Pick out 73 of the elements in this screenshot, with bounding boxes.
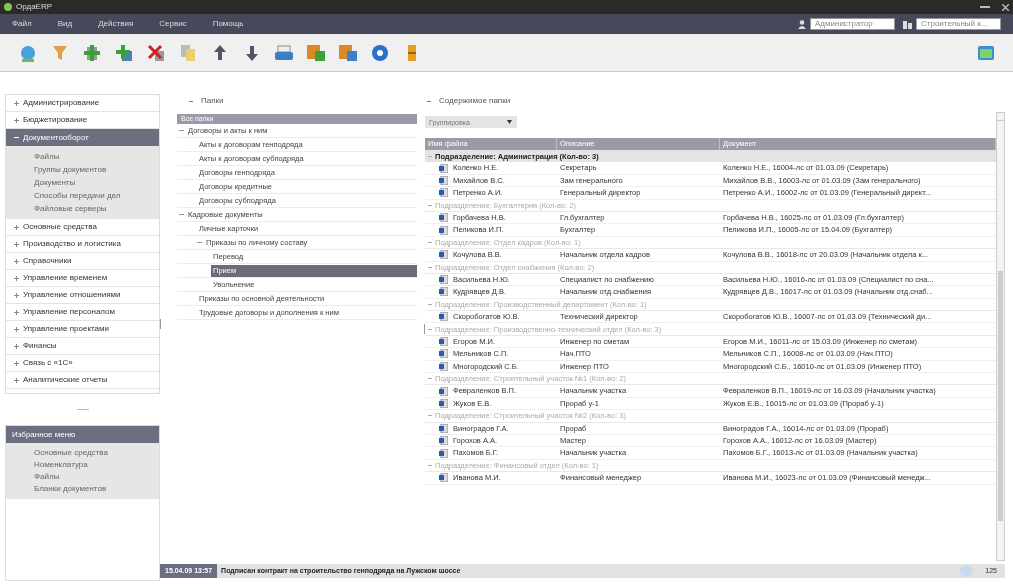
document-icon <box>439 361 448 371</box>
expand-icon <box>14 309 19 315</box>
expand-icon <box>14 258 19 264</box>
org-select[interactable]: Строительный к... <box>916 18 1001 30</box>
document-icon <box>439 448 448 458</box>
splitter-handle[interactable] <box>424 324 425 334</box>
menu-item[interactable]: Файл <box>12 18 32 30</box>
document-icon <box>439 287 448 297</box>
expand-icon <box>14 343 19 349</box>
sidebar-item[interactable]: Управление отношениями <box>6 287 159 304</box>
document-icon <box>439 188 448 198</box>
expand-icon <box>14 241 19 247</box>
sidebar-item[interactable]: Аналитические отчеты <box>6 372 159 389</box>
favorites-header[interactable]: Избранное меню <box>6 426 159 443</box>
submenu-item[interactable]: Файлы <box>34 471 60 483</box>
document-icon <box>439 436 448 446</box>
sidebar-item[interactable]: Основные средства <box>6 219 159 236</box>
export-icon[interactable] <box>306 42 326 63</box>
panel-title: Содержимое папки <box>439 95 511 107</box>
document-icon <box>439 175 448 185</box>
sidebar-item[interactable]: Производство и логистика <box>6 236 159 253</box>
sidebar-item[interactable]: Документооборот <box>6 129 159 146</box>
sidebar-item[interactable]: Управление проектами <box>6 321 159 338</box>
submenu-item[interactable]: Бланки документов <box>34 483 107 495</box>
document-icon <box>439 163 448 173</box>
document-icon <box>439 349 448 359</box>
expand-icon <box>14 360 19 366</box>
expand-icon <box>14 377 19 383</box>
splitter-handle[interactable] <box>160 319 161 329</box>
scrollbar[interactable] <box>996 112 1005 561</box>
submenu-item[interactable]: Файловые серверы <box>34 202 107 215</box>
menu-item[interactable]: Помощь <box>212 18 244 30</box>
splitter-handle[interactable] <box>76 409 89 410</box>
window-icon[interactable] <box>977 43 995 62</box>
sidebar-item[interactable]: Управление персоналом <box>6 304 159 321</box>
submenu-item[interactable]: Основные средства <box>34 447 108 459</box>
expand-icon <box>14 117 19 123</box>
print-icon[interactable] <box>274 42 294 63</box>
sidebar-item[interactable]: Справочники <box>6 253 159 270</box>
document-icon <box>439 225 448 235</box>
import-icon[interactable] <box>338 42 358 63</box>
menu-item[interactable]: Сервис <box>159 18 187 30</box>
sidebar-item[interactable]: Связь с «1С» <box>6 355 159 372</box>
document-icon <box>439 399 448 408</box>
sidebar-item[interactable]: Управление временем <box>6 270 159 287</box>
expand-icon <box>14 275 19 281</box>
expand-icon <box>14 224 19 230</box>
add-icon[interactable] <box>82 42 102 63</box>
submenu-item[interactable]: Файлы <box>34 150 60 163</box>
sidebar-item[interactable]: Финансы <box>6 338 159 355</box>
submenu-item[interactable]: Документы <box>34 176 76 189</box>
collapse-icon <box>14 135 19 140</box>
document-icon <box>439 386 448 396</box>
panel-title: Папки <box>201 95 224 107</box>
expand-icon <box>14 326 19 332</box>
user-select[interactable]: Администратор <box>810 18 895 30</box>
submenu-item[interactable]: Группы документов <box>34 163 107 176</box>
menu-item[interactable]: Вид <box>57 18 73 30</box>
submenu-item[interactable]: Способы передачи дел <box>34 189 121 202</box>
add-icon[interactable] <box>114 42 134 63</box>
building-icon <box>903 19 912 29</box>
close-icon[interactable] <box>1002 3 1009 11</box>
window-title: ОрдаERP <box>16 1 53 13</box>
menu-item[interactable]: Действия <box>98 18 134 30</box>
help-icon[interactable] <box>370 42 390 63</box>
submenu-item[interactable]: Номенклатура <box>34 459 88 471</box>
delete-icon[interactable] <box>146 42 166 63</box>
expand-icon <box>14 292 19 298</box>
expand-icon <box>14 100 19 106</box>
app-icon <box>4 3 12 11</box>
sidebar-item[interactable]: Администрирование <box>6 95 159 112</box>
copy-icon[interactable] <box>178 42 198 63</box>
user-icon <box>798 19 806 29</box>
